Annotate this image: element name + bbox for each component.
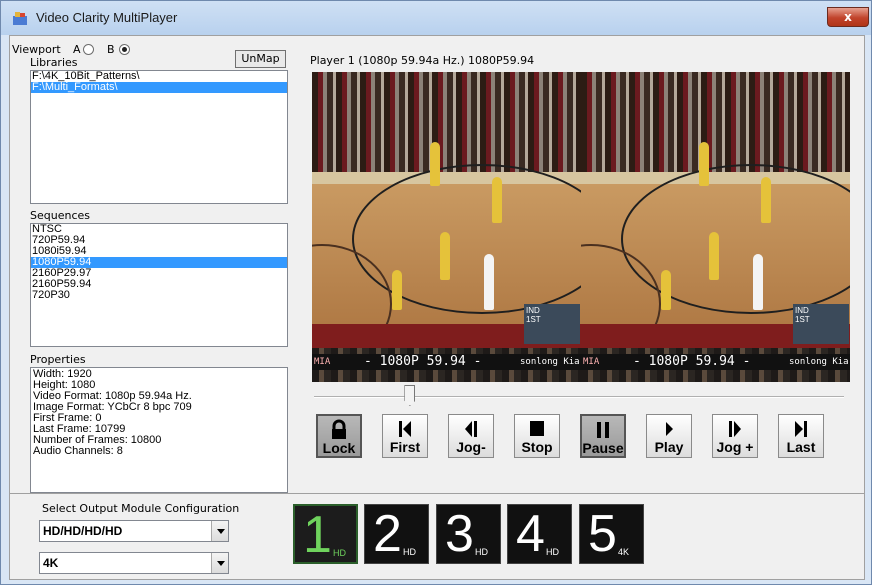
jog-forward-icon (713, 418, 757, 440)
stop-icon (515, 418, 559, 440)
jog-back-icon (449, 418, 493, 440)
module-number: 5 (588, 505, 617, 563)
ticker-team: MIA (583, 357, 600, 367)
video-left-view: IND 1ST MIA - 1080P 59.94 - sonlong Kia (312, 72, 581, 382)
module-number: 3 (445, 505, 474, 563)
last-button[interactable]: Last (778, 414, 824, 458)
module-number: 4 (516, 505, 545, 563)
output-resolution-select[interactable]: 4K (39, 552, 229, 574)
viewport-b-label: B (107, 43, 115, 56)
close-button[interactable]: x (827, 7, 869, 27)
jog-button[interactable]: Jog- (448, 414, 494, 458)
video-preview[interactable]: IND 1ST MIA - 1080P 59.94 - sonlong Kia (312, 72, 850, 382)
libraries-item[interactable]: F:\Multi_Formats\ (31, 82, 287, 93)
ticker-team: MIA (314, 357, 331, 367)
viewport-label: Viewport (12, 43, 61, 56)
transport-button-label: First (389, 439, 421, 455)
module-number: 1 (303, 506, 332, 564)
app-icon (13, 12, 27, 25)
output-config-panel: Select Output Module Configuration HD/HD… (10, 493, 864, 579)
output-config-select[interactable]: HD/HD/HD/HD (39, 520, 229, 542)
position-slider-track[interactable] (314, 396, 844, 398)
sequences-label: Sequences (30, 209, 90, 222)
transport-button-label: Pause (582, 440, 624, 456)
title-bar[interactable]: Video Clarity MultiPlayer x (1, 1, 871, 35)
scorebug-right: IND 1ST (793, 304, 849, 344)
format-overlay-left: - 1080P 59.94 - (364, 354, 482, 369)
transport-button-label: Jog + (716, 439, 754, 455)
libraries-list[interactable]: F:\4K_10Bit_Patterns\ F:\Multi_Formats\ (30, 70, 288, 204)
output-module-4[interactable]: 4 HD (507, 504, 572, 564)
sequences-list[interactable]: NTSC 720P59.94 1080i59.94 1080P59.94 2160P29… (30, 223, 288, 347)
app-window: Video Clarity MultiPlayer x Viewport A B… (0, 0, 872, 585)
position-slider-thumb[interactable] (404, 385, 416, 406)
unmap-button[interactable]: UnMap (235, 50, 286, 68)
pause-icon (582, 419, 624, 441)
output-module-5[interactable]: 5 4K (579, 504, 644, 564)
module-format: HD (333, 548, 346, 558)
module-format: HD (546, 547, 559, 557)
viewport-a-label: A (73, 43, 81, 56)
transport-button-label: Stop (521, 439, 553, 455)
transport-button-label: Jog- (456, 439, 486, 455)
module-number: 2 (373, 505, 402, 563)
ticker-sponsor: sonlong Kia (520, 357, 580, 367)
ticker-sponsor: sonlong Kia (789, 357, 849, 367)
skip-last-icon (779, 418, 823, 440)
scorebug-team: IND (526, 306, 540, 315)
player-label: Player 1 (1080p 59.94a Hz.) 1080P59.94 (310, 54, 535, 67)
video-right-view: IND 1ST MIA - 1080P 59.94 - sonlong Kia (581, 72, 850, 382)
output-resolution-value: 4K (43, 556, 59, 570)
properties-label: Properties (30, 353, 86, 366)
scorebug-left: IND 1ST (524, 304, 580, 344)
scorebug-team: IND (795, 306, 809, 315)
module-format: HD (475, 547, 488, 557)
viewport-a-radio[interactable] (83, 44, 94, 55)
transport-button-label: Last (786, 439, 816, 455)
viewport-option-a[interactable]: A (73, 43, 94, 56)
output-module-2[interactable]: 2 HD (364, 504, 429, 564)
scorebug-period: 1ST (795, 315, 810, 324)
output-config-label: Select Output Module Configuration (42, 502, 240, 515)
libraries-label: Libraries (30, 56, 78, 69)
window-title: Video Clarity MultiPlayer (36, 10, 178, 25)
client-area: Viewport A B UnMap Libraries F:\4K_10Bit… (9, 35, 865, 580)
first-button[interactable]: First (382, 414, 428, 458)
lock-icon (318, 419, 360, 441)
play-button[interactable]: Play (646, 414, 692, 458)
transport-button-label: Play (654, 439, 684, 455)
properties-box: Width: 1920 Height: 1080 Video Format: 108… (30, 367, 288, 493)
viewport-b-radio[interactable] (119, 44, 130, 55)
transport-button-label: Lock (322, 440, 356, 456)
format-overlay-right: - 1080P 59.94 - (633, 354, 751, 369)
jog-button[interactable]: Jog + (712, 414, 758, 458)
property-line: Audio Channels: 8 (33, 445, 123, 457)
lock-button[interactable]: Lock (316, 414, 362, 458)
play-icon (647, 418, 691, 440)
output-config-value: HD/HD/HD/HD (43, 524, 123, 538)
chevron-down-icon[interactable] (211, 521, 228, 541)
viewport-option-b[interactable]: B (107, 43, 130, 56)
sequences-item[interactable]: 720P30 (31, 290, 287, 301)
output-module-3[interactable]: 3 HD (436, 504, 501, 564)
chevron-down-icon[interactable] (211, 553, 228, 573)
stop-button[interactable]: Stop (514, 414, 560, 458)
skip-first-icon (383, 418, 427, 440)
module-format: 4K (618, 547, 630, 557)
pause-button[interactable]: Pause (580, 414, 626, 458)
scorebug-period: 1ST (526, 315, 541, 324)
output-module-1[interactable]: 1 HD (293, 504, 358, 564)
module-format: HD (403, 547, 416, 557)
